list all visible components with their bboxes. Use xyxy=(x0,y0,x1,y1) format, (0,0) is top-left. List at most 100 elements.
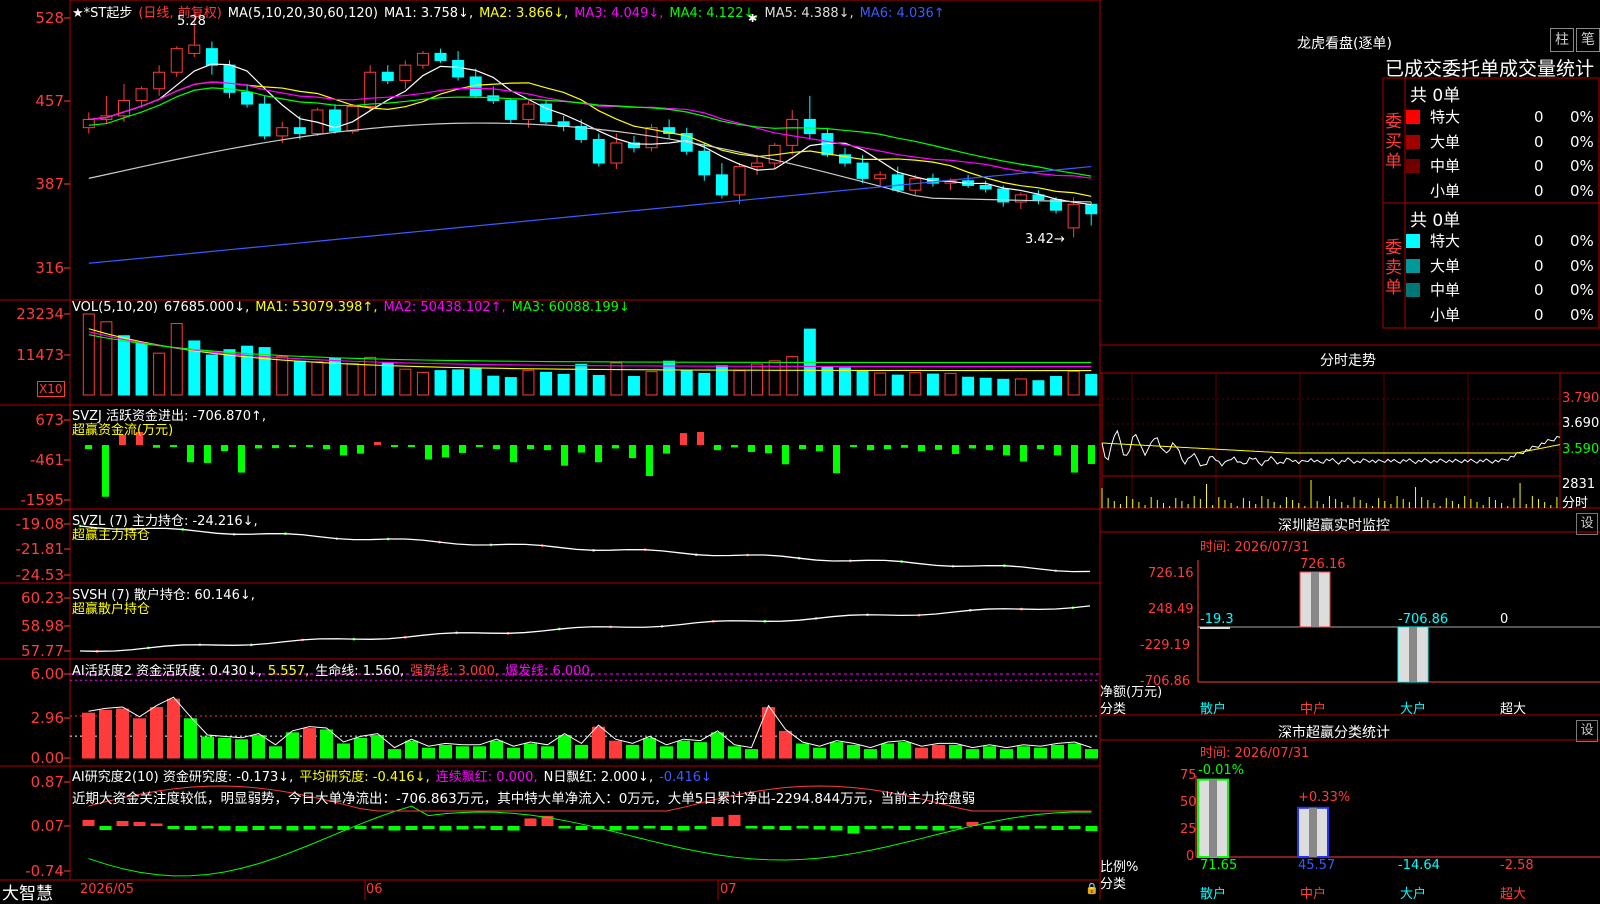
main-legend-item: ★*ST起步 xyxy=(72,6,133,21)
fund-flow-bar xyxy=(612,445,619,449)
research-bar xyxy=(133,821,146,826)
buy-pct: 0% xyxy=(1570,181,1594,200)
svzl-sub: 超赢主力持仓 xyxy=(72,528,151,543)
activity-bar xyxy=(847,744,860,759)
buy-row: 小单 0 0% xyxy=(1406,179,1594,203)
buy-swatch xyxy=(1406,134,1420,149)
class-cat-super: 超大 xyxy=(1500,887,1527,902)
candle-body xyxy=(170,48,183,73)
research-bar xyxy=(949,826,962,829)
class-top-mid: +0.33% xyxy=(1298,790,1351,805)
class-bar-mid-shade xyxy=(1309,807,1317,857)
volume-bar xyxy=(1067,370,1080,396)
ma4-line xyxy=(88,87,1092,177)
research-bar xyxy=(269,826,282,830)
volume-bar xyxy=(926,373,939,396)
research-bar xyxy=(388,826,401,831)
sell-pct: 0% xyxy=(1570,256,1594,275)
vol-ytick: 11473 xyxy=(16,346,64,364)
activity-bar xyxy=(898,742,911,759)
activity-bar xyxy=(167,698,180,759)
svzl-ytick: -24.53 xyxy=(15,566,64,584)
candle-body xyxy=(698,150,711,176)
fund-flow-bar xyxy=(935,445,942,450)
fund-flow-bar xyxy=(510,445,517,463)
candle-body xyxy=(434,52,447,61)
research-bar xyxy=(99,826,112,831)
research-bar xyxy=(116,820,129,826)
research-bar xyxy=(252,826,265,831)
fund-flow-bar xyxy=(731,445,738,448)
svzj-sub: 超赢资金流(万元) xyxy=(72,423,174,438)
stat-table-title: 已成交委托单成交量统计 xyxy=(1385,58,1595,80)
sell-total: 共 0单 xyxy=(1410,211,1461,231)
monitor-val-large: -706.86 xyxy=(1398,612,1449,627)
ai1-legend-item: 爆发线: 6.000, xyxy=(505,664,594,679)
fund-flow-bar xyxy=(527,445,534,450)
buy-vol: 0 xyxy=(1534,157,1544,175)
activity-bar xyxy=(1068,743,1081,759)
ai2-ytick: 0.87 xyxy=(30,773,64,791)
candle-body xyxy=(293,127,306,135)
candle-body xyxy=(381,71,394,82)
volume-bar xyxy=(891,374,904,396)
lock-icon[interactable]: 🔒 xyxy=(1085,882,1099,895)
fund-flow-bar xyxy=(272,445,279,449)
monitor-settings-button[interactable]: 设 xyxy=(1576,513,1598,535)
volume-bar xyxy=(153,352,166,396)
buy-name: 中单 xyxy=(1430,157,1461,175)
candle-body xyxy=(786,118,799,146)
candle-body xyxy=(258,103,271,137)
volume-bar xyxy=(504,377,517,396)
research-bar xyxy=(694,826,707,830)
research-bar xyxy=(439,826,452,831)
volume-bar xyxy=(434,370,447,396)
research-bar xyxy=(830,826,843,831)
sell-swatch xyxy=(1406,234,1420,248)
candle-body xyxy=(592,138,605,164)
chart-area[interactable] xyxy=(0,0,1600,900)
activity-bar xyxy=(949,744,962,759)
buy-side-label: 委买单 xyxy=(1385,112,1402,172)
star-marker: ✱ xyxy=(748,12,758,25)
candle-body xyxy=(1067,203,1080,229)
class-ytick-2: 50 xyxy=(1180,795,1197,810)
sell-pct: 0% xyxy=(1570,232,1594,250)
svzl-ytick: -21.81 xyxy=(15,540,64,558)
fund-flow-bar xyxy=(748,445,755,452)
monitor-bar-large-shade xyxy=(1409,627,1417,682)
class-settings-button[interactable]: 设 xyxy=(1576,720,1598,742)
fund-flow-bar xyxy=(799,445,806,450)
buy-name: 特大 xyxy=(1430,108,1461,126)
intraday-tick-3: 3.590 xyxy=(1562,442,1600,457)
activity-bar xyxy=(371,735,384,759)
class-cat-retail: 散户 xyxy=(1200,887,1227,902)
research-bar xyxy=(609,826,622,831)
research-bar xyxy=(660,826,673,831)
research-bar xyxy=(507,826,520,831)
tick-view-button[interactable]: 笔 xyxy=(1576,28,1600,52)
activity-bar xyxy=(405,740,418,759)
fund-flow-bar xyxy=(1037,445,1044,450)
research-bar xyxy=(82,819,95,826)
vol-ytick: 23234 xyxy=(16,305,64,323)
research-bar xyxy=(1051,826,1064,831)
buy-vol: 0 xyxy=(1534,132,1544,151)
activity-bar xyxy=(218,737,231,759)
svsh-ytick: 60.23 xyxy=(21,589,64,607)
class-bar-retail-shade xyxy=(1209,779,1217,857)
research-bar xyxy=(711,816,724,826)
buy-total: 共 0单 xyxy=(1410,86,1461,106)
monitor-cat-mid: 中户 xyxy=(1300,702,1327,717)
ai2-legend-item: 平均研究度: -0.416↓, xyxy=(299,770,430,785)
research-bar xyxy=(1000,826,1013,831)
sell-name: 中单 xyxy=(1430,281,1461,299)
monitor-ytick-1: 726.16 xyxy=(1148,566,1194,581)
research-bar xyxy=(235,826,248,832)
svsh-ytick: 57.77 xyxy=(21,642,64,660)
sell-vol: 0 xyxy=(1534,232,1544,250)
fund-flow-bar xyxy=(969,445,976,449)
fund-flow-bar xyxy=(918,445,925,452)
activity-bar xyxy=(643,737,656,759)
bar-view-button[interactable]: 柱 xyxy=(1550,28,1574,52)
